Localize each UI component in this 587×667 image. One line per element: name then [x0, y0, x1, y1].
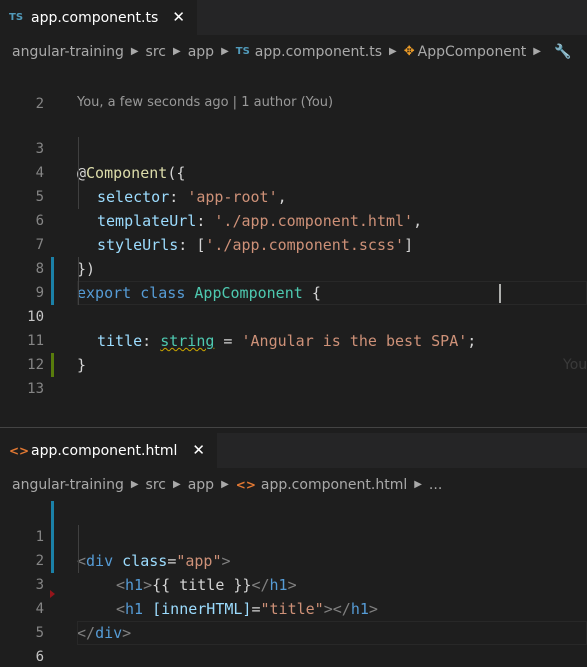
chevron-right-icon: ▶	[533, 46, 541, 57]
indent-guide	[78, 137, 79, 209]
close-icon[interactable]: ✕	[172, 8, 185, 26]
code-line: 3 <h1 [innerHTML]="title"></h1>	[0, 549, 587, 618]
line-number: 6	[35, 649, 44, 665]
chevron-right-icon: ▶	[221, 46, 229, 57]
code-line: 8 export class AppComponent {	[0, 233, 587, 302]
code-line: 6	[0, 621, 587, 665]
chevron-right-icon: ▶	[414, 479, 422, 490]
wrench-icon[interactable]: 🔧	[554, 44, 571, 60]
html-file-icon: <>	[235, 477, 256, 492]
tab-app-component-ts[interactable]: TS app.component.ts ✕	[0, 0, 197, 35]
tab-app-component-html[interactable]: <> app.component.html ✕	[0, 433, 217, 468]
code-line: 1 <div class="app">	[0, 501, 587, 570]
code-line: 12	[0, 329, 587, 373]
text-cursor	[499, 284, 501, 303]
code-line: 3 @Component({	[0, 113, 587, 182]
code-line: 2	[0, 68, 587, 112]
editor-group-divider[interactable]	[0, 427, 587, 428]
editor-html[interactable]: 1 <div class="app"> 2 <h1>{{ title }}</h…	[0, 501, 587, 667]
chevron-right-icon: ▶	[173, 479, 181, 490]
chevron-right-icon: ▶	[389, 46, 397, 57]
editor-typescript[interactable]: 2 You, a few seconds ago | 1 author (You…	[0, 68, 587, 427]
chevron-right-icon: ▶	[130, 479, 139, 490]
chevron-right-icon: ▶	[130, 46, 139, 57]
top-tab-bar: TS app.component.ts ✕	[0, 0, 587, 35]
chevron-right-icon: ▶	[173, 46, 181, 57]
typescript-file-icon: TS	[235, 46, 250, 57]
breadcrumb: angular-training ▶ src ▶ app ▶ TS app.co…	[0, 35, 587, 68]
breadcrumb-item-folder[interactable]: angular-training	[12, 44, 124, 60]
line-number: 13	[27, 381, 44, 397]
bottom-editor-group: <> app.component.html ✕ angular-training…	[0, 433, 587, 667]
indent-guide	[78, 525, 79, 573]
codelens-blame[interactable]: You, a few seconds ago | 1 author (You)	[77, 95, 333, 110]
tab-label: app.component.ts	[31, 9, 159, 26]
breadcrumb-item-app[interactable]: app	[188, 477, 214, 493]
tab-label: app.component.html	[31, 442, 178, 459]
breadcrumb-item-src[interactable]: src	[146, 44, 166, 60]
code-line: 9	[0, 257, 587, 301]
breadcrumb: angular-training ▶ src ▶ app ▶ <> app.co…	[0, 468, 587, 501]
code-line: 7 })	[0, 209, 587, 278]
code-line: 2 <h1>{{ title }}</h1>	[0, 525, 587, 594]
indent-guide	[78, 257, 79, 305]
html-file-icon: <>	[9, 443, 30, 458]
breadcrumb-item-file[interactable]: app.component.html	[261, 477, 407, 493]
breadcrumb-item-folder[interactable]: angular-training	[12, 477, 124, 493]
chevron-right-icon: ▶	[221, 479, 229, 490]
breadcrumb-item-file[interactable]: app.component.ts	[255, 44, 382, 60]
code-line: 4 </div>	[0, 573, 587, 642]
code-line: 5 templateUrl: './app.component.html',	[0, 161, 587, 230]
typescript-file-icon: TS	[9, 12, 24, 23]
breadcrumb-item-src[interactable]: src	[146, 477, 166, 493]
code-line: 13	[0, 353, 587, 397]
code-line: 4 selector: 'app-root',	[0, 137, 587, 206]
class-icon: ✥	[403, 44, 415, 59]
code-line: 11 }	[0, 305, 587, 374]
bottom-tab-bar: <> app.component.html ✕	[0, 433, 587, 468]
close-icon[interactable]: ✕	[192, 441, 205, 459]
code-line: 5	[0, 597, 587, 641]
breadcrumb-item-app[interactable]: app	[188, 44, 214, 60]
code-line: 6 styleUrls: ['./app.component.scss']	[0, 185, 587, 254]
breadcrumb-ellipsis[interactable]: ...	[429, 477, 442, 493]
breadcrumb-item-symbol[interactable]: AppComponent	[418, 44, 527, 60]
